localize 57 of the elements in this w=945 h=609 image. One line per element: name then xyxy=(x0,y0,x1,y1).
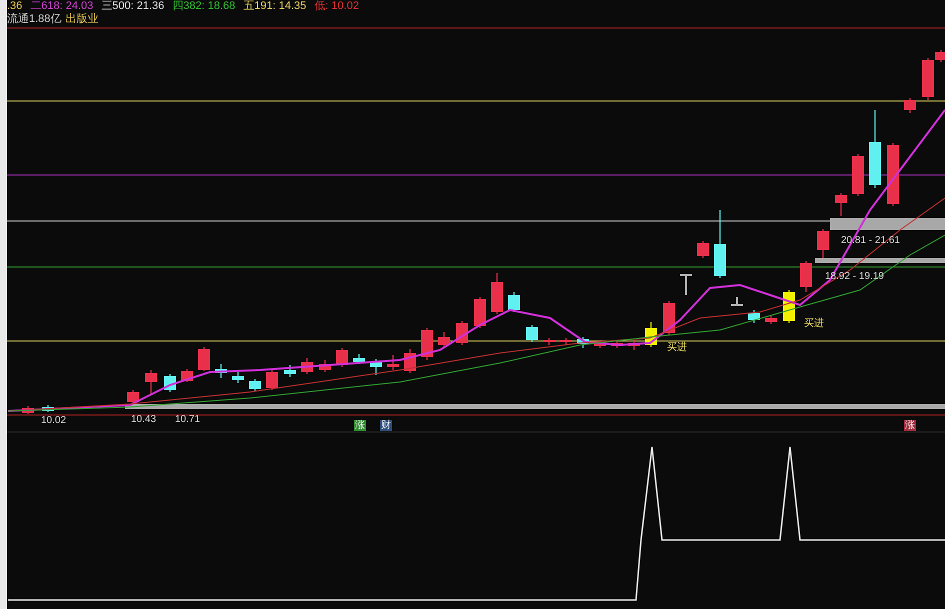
candlestick xyxy=(526,325,538,342)
indicator-value: 四382: 18.68 xyxy=(172,0,236,13)
candlestick xyxy=(353,354,365,364)
candlestick xyxy=(577,337,589,348)
candlestick xyxy=(904,98,916,113)
price-label: 10.43 xyxy=(131,413,156,427)
candlestick xyxy=(266,370,278,390)
candlestick xyxy=(145,370,157,395)
candlestick xyxy=(215,364,227,378)
candlestick xyxy=(491,273,503,314)
event-marker: 财 xyxy=(380,420,392,431)
candlestick xyxy=(508,292,520,312)
candlestick xyxy=(543,338,555,345)
candlestick xyxy=(611,341,623,348)
candlestick xyxy=(730,296,744,306)
candlestick xyxy=(198,347,210,371)
indicator-value: 三500: 21.36 xyxy=(101,0,164,13)
candlestick xyxy=(852,154,864,196)
candlestick xyxy=(663,301,675,335)
candlestick xyxy=(474,297,486,328)
candlestick xyxy=(249,379,261,391)
candlestick xyxy=(438,332,450,348)
candlestick xyxy=(421,328,433,360)
candlestick xyxy=(232,372,244,383)
candlestick xyxy=(765,316,777,324)
indicator-value: 五191: 14.35 xyxy=(243,0,306,13)
candlestick xyxy=(887,143,899,206)
price-label: 10.71 xyxy=(175,413,200,427)
buy-signal-label: 买进 xyxy=(804,316,824,331)
candlestick xyxy=(370,359,382,375)
candlestick xyxy=(301,358,313,374)
event-marker: 涨 xyxy=(904,420,916,431)
candlestick xyxy=(679,274,693,296)
candlestick xyxy=(127,390,139,403)
event-marker: 涨 xyxy=(354,420,366,431)
candlestick xyxy=(628,340,640,350)
stock-info: 出版业 xyxy=(65,13,98,26)
candlestick xyxy=(387,355,399,370)
candlestick xyxy=(42,405,54,412)
indicator-value: 低: 10.02 xyxy=(314,0,359,13)
candlestick xyxy=(645,322,657,347)
buy-signal-label: 买进 xyxy=(667,340,687,355)
stock-info: 流通1.88亿 xyxy=(7,13,62,26)
candlestick xyxy=(594,340,606,348)
candlestick xyxy=(22,406,34,414)
candlestick xyxy=(714,210,726,278)
candlestick xyxy=(800,261,812,292)
candlestick xyxy=(319,360,331,372)
candlestick xyxy=(817,229,829,258)
price-label: 10.02 xyxy=(41,414,66,428)
candlestick xyxy=(560,338,572,345)
candlestick xyxy=(697,241,709,258)
candlestick xyxy=(284,365,296,377)
candlestick xyxy=(748,310,760,323)
indicator-value: 二618: 24.03 xyxy=(30,0,94,13)
candlestick xyxy=(835,193,847,216)
indicator-value: .36 xyxy=(7,0,22,12)
